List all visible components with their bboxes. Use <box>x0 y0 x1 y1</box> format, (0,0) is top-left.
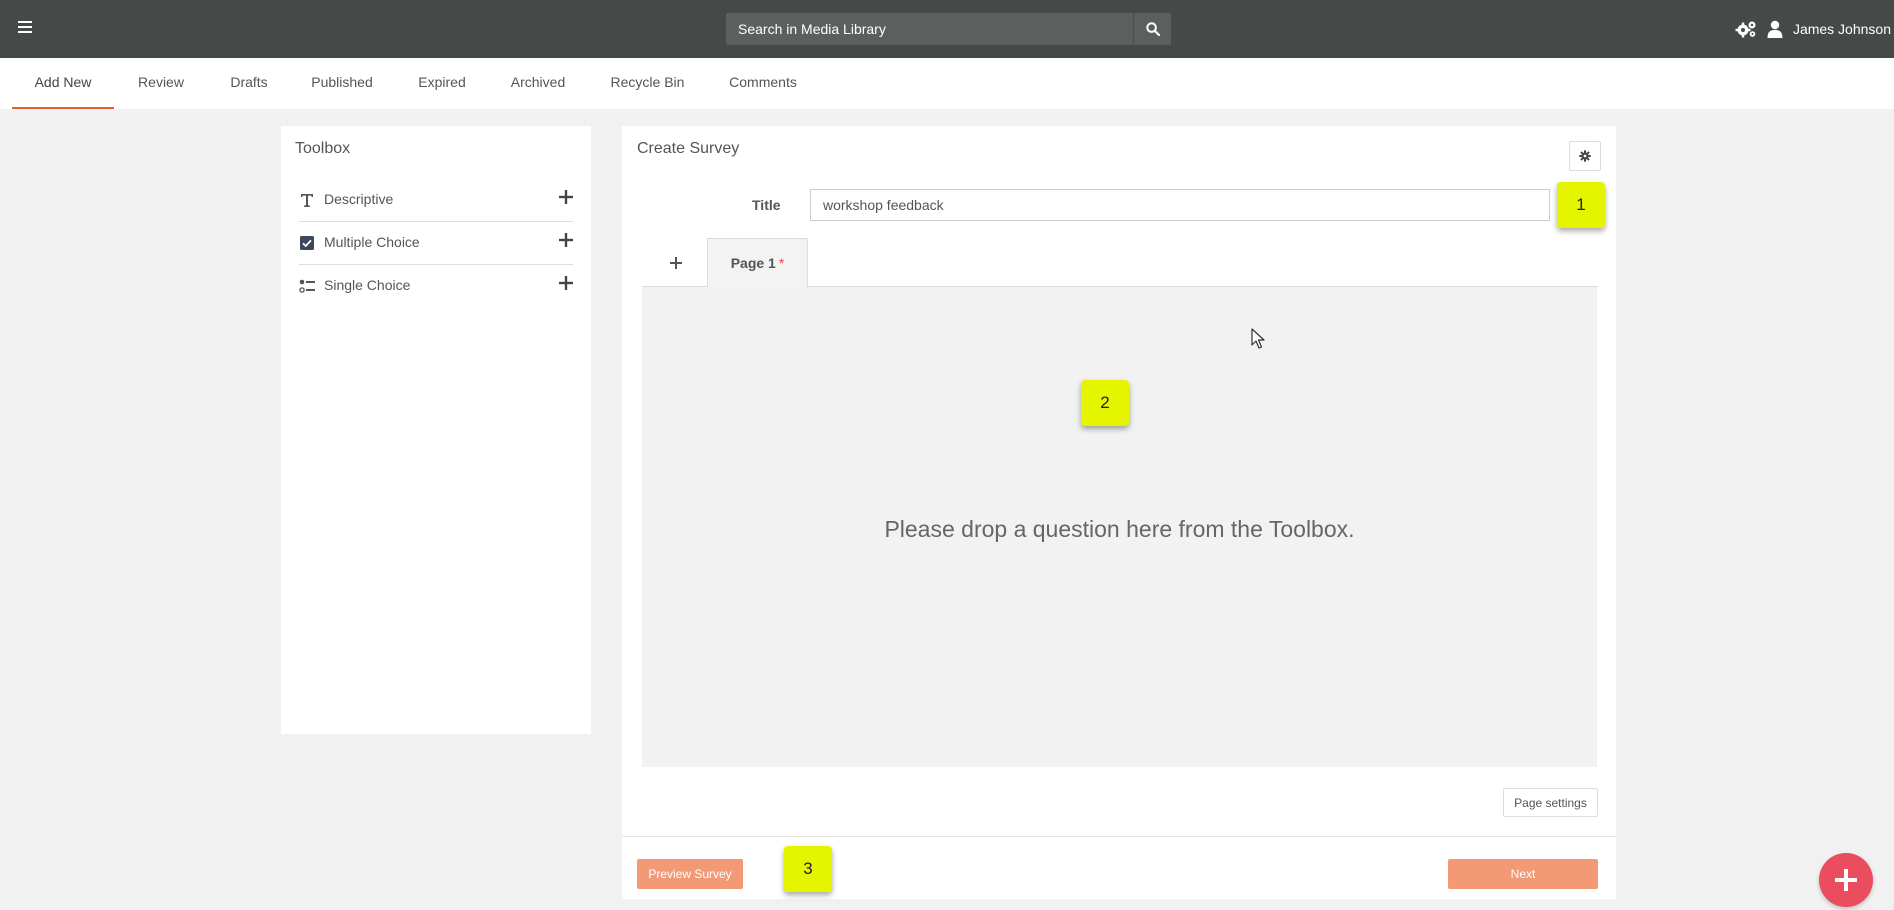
top-bar: James Johnson <box>0 0 1894 58</box>
floating-add-button[interactable] <box>1819 853 1873 907</box>
question-drop-zone[interactable]: Please drop a question here from the Too… <box>642 287 1597 767</box>
panel-title: Create Survey <box>637 140 740 157</box>
plus-icon <box>1835 869 1857 891</box>
preview-survey-button[interactable]: Preview Survey <box>637 859 743 889</box>
search-icon <box>1145 22 1160 36</box>
add-icon[interactable] <box>559 190 573 204</box>
page-tab-label: Page 1 <box>730 255 776 271</box>
create-survey-panel: Create Survey Title Page 1* Pleas <box>622 126 1616 899</box>
add-icon <box>670 257 682 269</box>
tab-recycle-bin[interactable]: Recycle Bin <box>601 58 694 109</box>
annotation-marker: 2 <box>1081 380 1129 426</box>
text-type-icon <box>301 194 313 207</box>
toolbox-item-label: Single Choice <box>324 277 411 293</box>
content-tabs: Add New Review Drafts Published Expired … <box>0 58 1894 109</box>
page-settings-button[interactable]: Page settings <box>1503 788 1598 817</box>
tab-expired[interactable]: Expired <box>409 58 475 109</box>
required-marker: * <box>778 255 785 271</box>
tab-drafts[interactable]: Drafts <box>222 58 276 109</box>
mouse-cursor-icon <box>1251 328 1265 349</box>
toolbox-item-label: Descriptive <box>324 191 394 207</box>
footer-divider <box>622 836 1616 837</box>
gears-icon[interactable] <box>1735 20 1757 38</box>
user-icon[interactable] <box>1767 20 1783 38</box>
search-box <box>726 13 1171 45</box>
tab-comments[interactable]: Comments <box>722 58 804 109</box>
tab-add-new[interactable]: Add New <box>12 58 114 109</box>
user-name[interactable]: James Johnson <box>1793 21 1894 37</box>
toolbox-item-multiple-choice[interactable]: Multiple Choice <box>299 222 573 265</box>
tab-archived[interactable]: Archived <box>502 58 574 109</box>
next-button[interactable]: Next <box>1448 859 1598 889</box>
toolbox-item-single-choice[interactable]: Single Choice <box>299 265 573 307</box>
annotation-marker: 3 <box>784 846 832 892</box>
tab-page-1[interactable]: Page 1 * <box>707 238 808 287</box>
toolbox-item-descriptive[interactable]: Descriptive <box>299 179 573 222</box>
user-area: James Johnson <box>1735 0 1894 58</box>
gear-icon <box>1579 150 1591 162</box>
menu-icon[interactable] <box>18 21 32 33</box>
add-icon[interactable] <box>559 233 573 247</box>
title-label: Title <box>752 197 781 213</box>
radio-list-icon <box>299 279 315 293</box>
toolbox-title: Toolbox <box>295 140 351 157</box>
annotation-marker: 1 <box>1557 182 1605 228</box>
search-button[interactable] <box>1133 13 1171 45</box>
tab-review[interactable]: Review <box>128 58 194 109</box>
add-page-button[interactable] <box>664 251 688 275</box>
survey-title-input[interactable] <box>810 189 1550 221</box>
add-icon[interactable] <box>559 276 573 290</box>
search-input[interactable] <box>726 13 1130 45</box>
survey-settings-button[interactable] <box>1569 141 1601 171</box>
tab-published[interactable]: Published <box>303 58 381 109</box>
toolbox-panel: Toolbox Descriptive Multiple Choice Sing… <box>281 126 591 734</box>
checkbox-icon <box>300 236 314 250</box>
toolbox-item-label: Multiple Choice <box>324 234 420 250</box>
drop-zone-hint: Please drop a question here from the Too… <box>884 515 1355 542</box>
